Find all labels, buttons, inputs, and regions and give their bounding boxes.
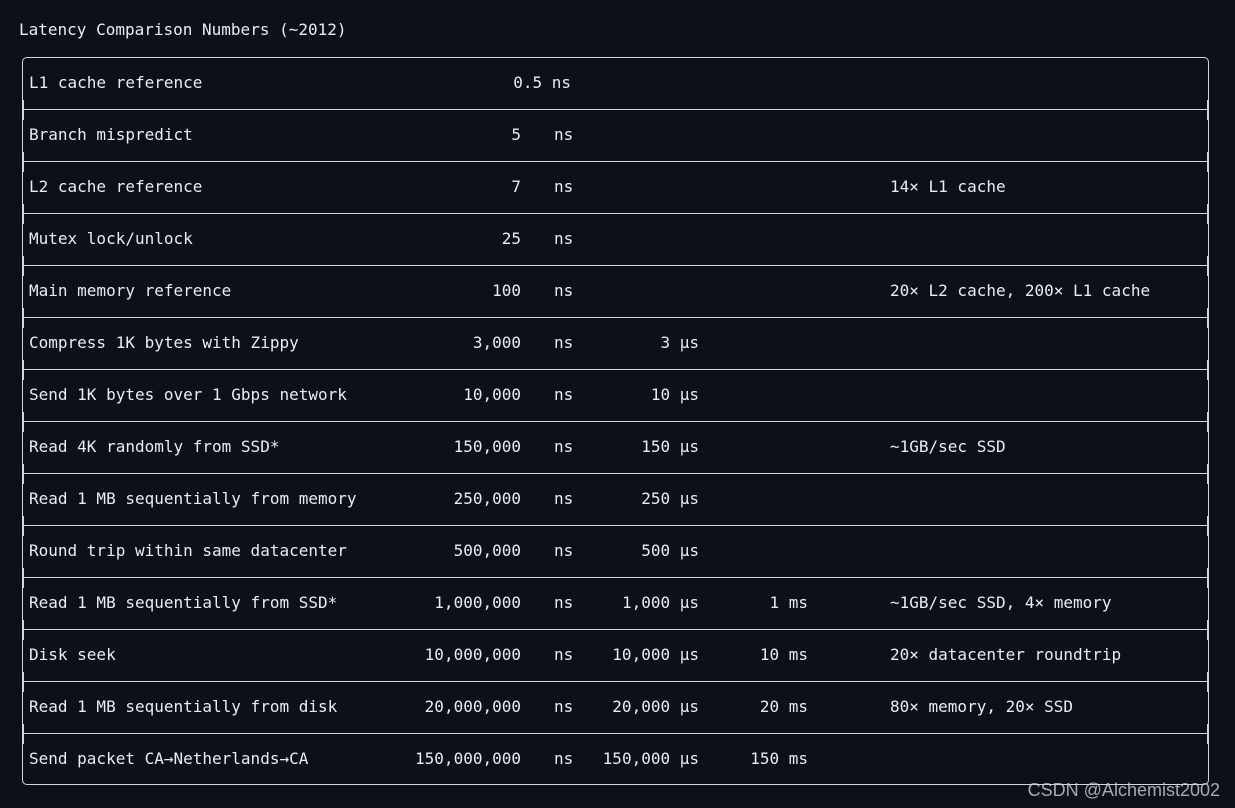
row-ns: 100 xyxy=(492,281,521,300)
table-row: Round trip within same datacenter 500,00… xyxy=(23,526,1208,588)
row-ns-unit: ns xyxy=(554,697,574,716)
latency-table: L1 cache reference 0.5 ns Branch mispred… xyxy=(22,57,1209,785)
row-name: Disk seek xyxy=(29,645,116,664)
table-row: L2 cache reference 7 ns 14× L1 cache xyxy=(23,162,1208,224)
row-ns-unit: ns xyxy=(554,489,574,508)
row-name: Mutex lock/unlock xyxy=(29,229,193,248)
row-us: 1,000 µs xyxy=(621,593,699,612)
row-name: L2 cache reference xyxy=(29,177,203,196)
row-name: Read 4K randomly from SSD* xyxy=(29,437,280,456)
row-note: 80× memory, 20× SSD xyxy=(890,697,1074,716)
row-ns-unit: ns xyxy=(554,125,574,144)
row-name: Main memory reference xyxy=(29,281,232,300)
row-ms: 150 ms xyxy=(750,749,808,768)
row-name: Send packet CA→Netherlands→CA xyxy=(29,749,309,768)
row-us: 10 µs xyxy=(650,385,699,404)
table-row: L1 cache reference 0.5 ns xyxy=(23,58,1208,120)
row-us: 500 µs xyxy=(641,541,699,560)
table-row: Read 1 MB sequentially from SSD* 1,000,0… xyxy=(23,578,1208,640)
row-name: Compress 1K bytes with Zippy xyxy=(29,333,299,352)
row-ns-unit: ns xyxy=(554,593,574,612)
row-ns-unit: ns xyxy=(554,385,574,404)
row-ns: 7 xyxy=(511,177,521,196)
row-ns-unit: ns xyxy=(554,333,574,352)
row-ns-unit: ns xyxy=(554,541,574,560)
row-ns: 0.5 ns xyxy=(513,73,571,92)
row-ns-unit: ns xyxy=(554,229,574,248)
row-ns: 3,000 xyxy=(472,333,521,352)
row-ns-unit: ns xyxy=(554,749,574,768)
row-us: 20,000 µs xyxy=(612,697,699,716)
row-ms: 1 ms xyxy=(769,593,808,612)
row-ns: 20,000,000 xyxy=(424,697,521,716)
table-row: Mutex lock/unlock 25 ns xyxy=(23,214,1208,276)
row-name: Read 1 MB sequentially from memory xyxy=(29,489,357,508)
row-us: 3 µs xyxy=(660,333,699,352)
row-name: Send 1K bytes over 1 Gbps network xyxy=(29,385,347,404)
row-ns: 150,000 xyxy=(453,437,521,456)
row-us: 10,000 µs xyxy=(612,645,699,664)
page-title: Latency Comparison Numbers (~2012) xyxy=(19,20,347,39)
row-ns-unit: ns xyxy=(554,645,574,664)
table-row: Disk seek 10,000,000 ns 10,000 µs 10 ms … xyxy=(23,630,1208,692)
table-row: Main memory reference 100 ns 20× L2 cach… xyxy=(23,266,1208,328)
row-note: 20× datacenter roundtrip xyxy=(890,645,1122,664)
table-row: Read 1 MB sequentially from memory 250,0… xyxy=(23,474,1208,536)
row-ms: 10 ms xyxy=(759,645,808,664)
row-ns-unit: ns xyxy=(554,177,574,196)
row-note: ~1GB/sec SSD xyxy=(890,437,1006,456)
row-ns-unit: ns xyxy=(554,281,574,300)
table-row: Read 1 MB sequentially from disk 20,000,… xyxy=(23,682,1208,744)
table-row: Send 1K bytes over 1 Gbps network 10,000… xyxy=(23,370,1208,432)
row-name: Branch mispredict xyxy=(29,125,193,144)
watermark: CSDN @Alchemist2002 xyxy=(1027,780,1220,800)
row-ns: 1,000,000 xyxy=(434,593,521,612)
table-row: Branch mispredict 5 ns xyxy=(23,110,1208,172)
row-us: 150 µs xyxy=(641,437,699,456)
row-ns: 5 xyxy=(511,125,521,144)
table-row: Send packet CA→Netherlands→CA 150,000,00… xyxy=(23,734,1208,786)
row-us: 150,000 µs xyxy=(602,749,699,768)
row-name: Round trip within same datacenter xyxy=(29,541,347,560)
table-row: Compress 1K bytes with Zippy 3,000 ns 3 … xyxy=(23,318,1208,380)
table-row: Read 4K randomly from SSD* 150,000 ns 15… xyxy=(23,422,1208,484)
row-name: L1 cache reference xyxy=(29,73,203,92)
row-ns-unit: ns xyxy=(554,437,574,456)
row-name: Read 1 MB sequentially from SSD* xyxy=(29,593,338,612)
row-name: Read 1 MB sequentially from disk xyxy=(29,697,338,716)
row-note: ~1GB/sec SSD, 4× memory xyxy=(890,593,1112,612)
row-ns: 25 xyxy=(501,229,521,248)
row-ms: 20 ms xyxy=(759,697,808,716)
row-ns: 10,000,000 xyxy=(424,645,521,664)
row-ns: 150,000,000 xyxy=(415,749,521,768)
row-us: 250 µs xyxy=(641,489,699,508)
row-ns: 250,000 xyxy=(453,489,521,508)
row-ns: 500,000 xyxy=(453,541,521,560)
row-note: 14× L1 cache xyxy=(890,177,1006,196)
row-note: 20× L2 cache, 200× L1 cache xyxy=(890,281,1151,300)
row-ns: 10,000 xyxy=(463,385,521,404)
